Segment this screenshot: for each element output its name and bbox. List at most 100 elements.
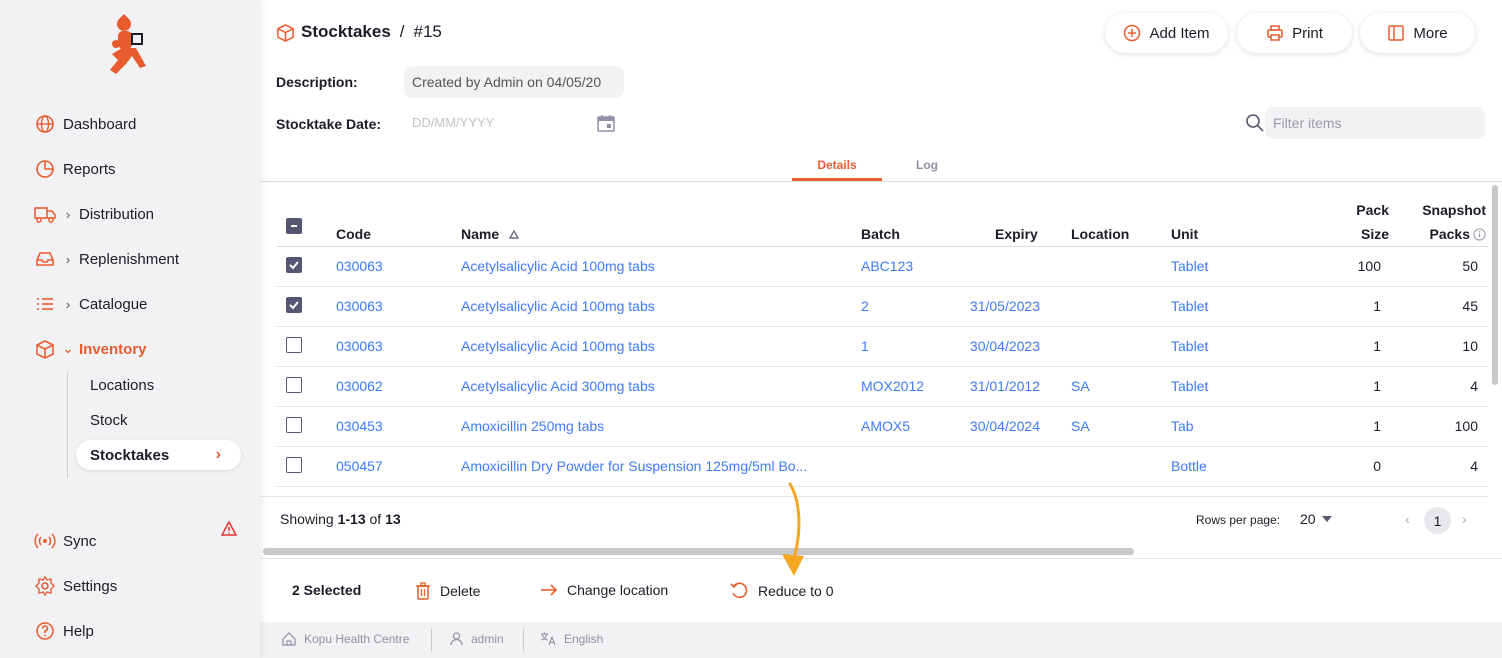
column-header-expiry[interactable]: Expiry: [995, 222, 1038, 246]
cell-code[interactable]: 030063: [336, 296, 383, 316]
nav-distribution[interactable]: › Distribution: [34, 202, 154, 226]
cell-name[interactable]: Acetylsalicylic Acid 100mg tabs: [461, 256, 655, 276]
cell-batch[interactable]: 1: [861, 336, 869, 356]
cell-expiry[interactable]: 30/04/2023: [930, 336, 1040, 356]
cell-unit[interactable]: Bottle: [1171, 456, 1207, 476]
cell-code[interactable]: 030063: [336, 256, 383, 276]
stocktake-date-label: Stocktake Date:: [276, 116, 382, 132]
add-item-button[interactable]: Add Item: [1105, 13, 1228, 53]
cell-name[interactable]: Acetylsalicylic Acid 300mg tabs: [461, 376, 655, 396]
row-checkbox[interactable]: [286, 417, 302, 433]
sidebar-panel-icon: [1388, 25, 1405, 41]
nav-settings-label: Settings: [63, 577, 118, 595]
footer-store[interactable]: Kopu Health Centre: [282, 632, 409, 646]
cell-snapshot-packs: 50: [1462, 258, 1478, 274]
cell-location[interactable]: SA: [1071, 416, 1090, 436]
tab-details[interactable]: Details: [792, 158, 882, 172]
cell-snapshot-packs: 10: [1462, 338, 1478, 354]
cell-expiry[interactable]: 31/05/2023: [930, 296, 1040, 316]
sidebar-item-stock[interactable]: Stock: [90, 409, 128, 431]
cell-code[interactable]: 030453: [336, 416, 383, 436]
description-field[interactable]: Created by Admin on 04/05/20: [404, 66, 624, 98]
filter-items-input[interactable]: Filter items: [1265, 107, 1485, 139]
rows-per-page-value: 20: [1300, 511, 1316, 527]
cell-code[interactable]: 030063: [336, 336, 383, 356]
nav-replenishment[interactable]: › Replenishment: [34, 247, 179, 271]
row-divider: [276, 486, 1488, 487]
cell-batch[interactable]: MOX2012: [861, 376, 924, 396]
more-button[interactable]: More: [1360, 13, 1475, 53]
breadcrumb-stocktakes[interactable]: Stocktakes: [301, 22, 391, 42]
vertical-scrollbar[interactable]: [1492, 185, 1498, 385]
sidebar-item-locations[interactable]: Locations: [90, 374, 154, 396]
nav-catalogue[interactable]: › Catalogue: [34, 292, 147, 316]
sidebar-item-stocktakes[interactable]: Stocktakes ›: [76, 440, 241, 470]
column-header-location[interactable]: Location: [1071, 222, 1129, 246]
cell-batch[interactable]: ABC123: [861, 256, 913, 276]
nav-reports[interactable]: Reports: [34, 157, 116, 181]
cell-unit[interactable]: Tablet: [1171, 376, 1208, 396]
cell-batch[interactable]: 2: [861, 296, 869, 316]
cell-expiry[interactable]: 30/04/2024: [930, 416, 1040, 436]
column-header-name-label: Name: [461, 226, 500, 242]
column-header-snapshot-packs[interactable]: Snapshot Packs: [1400, 198, 1486, 246]
cell-unit[interactable]: Tablet: [1171, 256, 1208, 276]
column-header-name[interactable]: Name: [461, 222, 520, 246]
reduce-to-zero-label: Reduce to 0: [758, 583, 834, 599]
page-number-button[interactable]: 1: [1424, 507, 1451, 534]
tab-log[interactable]: Log: [882, 158, 972, 172]
select-all-checkbox[interactable]: [286, 218, 302, 234]
footer-language[interactable]: English: [540, 632, 603, 646]
column-header-pack-size[interactable]: Pack Size: [1320, 198, 1389, 246]
rows-per-page-select[interactable]: 20: [1300, 511, 1332, 527]
previous-page-button[interactable]: ‹: [1405, 511, 1410, 527]
row-checkbox[interactable]: [286, 377, 302, 393]
cell-batch[interactable]: AMOX5: [861, 416, 910, 436]
footer-divider: [431, 629, 432, 651]
cell-name[interactable]: Amoxicillin 250mg tabs: [461, 416, 604, 436]
cell-code[interactable]: 030062: [336, 376, 383, 396]
status-footer: [260, 622, 1502, 658]
breadcrumb-separator: /: [399, 22, 405, 41]
next-page-button[interactable]: ›: [1462, 511, 1467, 527]
breadcrumb-current: #15: [413, 22, 442, 41]
cell-unit[interactable]: Tab: [1171, 416, 1194, 436]
stocktake-date-input[interactable]: DD/MM/YYYY: [412, 115, 494, 130]
row-divider: [276, 286, 1488, 287]
row-checkbox[interactable]: [286, 337, 302, 353]
row-divider: [276, 366, 1488, 367]
chevron-right-icon: ›: [215, 446, 221, 463]
cell-snapshot-packs: 4: [1470, 378, 1478, 394]
print-button[interactable]: Print: [1237, 13, 1352, 53]
info-icon[interactable]: [1473, 227, 1486, 241]
cell-unit[interactable]: Tablet: [1171, 296, 1208, 316]
cell-name[interactable]: Acetylsalicylic Acid 100mg tabs: [461, 296, 655, 316]
nav-help[interactable]: Help: [34, 619, 94, 643]
cell-name[interactable]: Amoxicillin Dry Powder for Suspension 12…: [461, 456, 807, 476]
footer-user[interactable]: admin: [450, 632, 504, 646]
nav-dashboard[interactable]: Dashboard: [34, 112, 136, 136]
cell-name[interactable]: Acetylsalicylic Acid 100mg tabs: [461, 336, 655, 356]
calendar-icon[interactable]: [596, 113, 616, 133]
nav-dashboard-label: Dashboard: [63, 115, 137, 133]
nav-settings[interactable]: Settings: [34, 574, 117, 598]
cell-code[interactable]: 050457: [336, 456, 383, 476]
nav-sync[interactable]: Sync: [34, 529, 96, 553]
column-header-code[interactable]: Code: [336, 222, 371, 246]
add-item-label: Add Item: [1149, 24, 1210, 42]
showing-prefix: Showing: [280, 511, 338, 527]
column-header-unit[interactable]: Unit: [1171, 222, 1198, 246]
delete-button[interactable]: Delete: [415, 582, 480, 600]
cell-unit[interactable]: Tablet: [1171, 336, 1208, 356]
nav-distribution-label: Distribution: [79, 205, 155, 223]
reduce-to-zero-button[interactable]: Reduce to 0: [730, 582, 834, 600]
row-checkbox[interactable]: [286, 297, 302, 313]
cell-location[interactable]: SA: [1071, 376, 1090, 396]
column-header-batch[interactable]: Batch: [861, 222, 900, 246]
cell-expiry[interactable]: 31/01/2012: [930, 376, 1040, 396]
change-location-button[interactable]: Change location: [540, 582, 668, 598]
row-checkbox[interactable]: [286, 257, 302, 273]
row-checkbox[interactable]: [286, 457, 302, 473]
horizontal-scrollbar[interactable]: [263, 548, 1134, 555]
nav-inventory[interactable]: ⌄ Inventory: [34, 337, 147, 361]
